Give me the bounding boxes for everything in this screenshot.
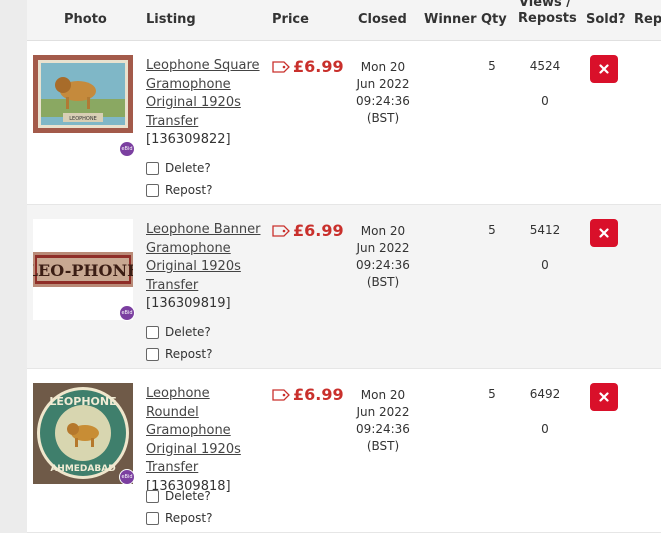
views-count: 4524 — [529, 59, 561, 73]
price-tag-icon — [272, 388, 290, 401]
repost-checkbox[interactable]: Repost? — [146, 343, 212, 365]
price-cell: £6.99 — [272, 221, 344, 240]
closed-date: Mon 20 Jun 2022 09:24:36 (BST) — [356, 60, 410, 125]
col-photo: Photo — [64, 12, 107, 27]
checkbox-icon[interactable] — [146, 347, 159, 361]
col-closed[interactable]: Closed — [358, 12, 407, 28]
listing-photo[interactable]: LEO-PHONE eBid — [33, 219, 135, 321]
col-winner: Winner — [424, 12, 477, 27]
delete-checkbox[interactable]: Delete? — [146, 485, 212, 507]
svg-text:LEO-PHONE: LEO-PHONE — [33, 261, 133, 280]
ebid-badge-icon: eBid — [119, 469, 135, 485]
sold-toggle-button[interactable] — [590, 219, 618, 247]
listing-actions: Delete? Repost? — [146, 485, 212, 529]
svg-text:AHMEDABAD: AHMEDABAD — [50, 464, 115, 474]
sold-toggle-button[interactable] — [590, 55, 618, 83]
ebid-badge-icon: eBid — [119, 141, 135, 157]
col-qty: Qty — [481, 12, 507, 27]
qty-value: 5 — [488, 223, 496, 237]
price-value: £6.99 — [293, 385, 344, 404]
listing-photo[interactable]: LEOPHONE eBid — [33, 55, 135, 157]
checkbox-icon[interactable] — [146, 511, 159, 525]
checkbox-icon[interactable] — [146, 489, 159, 503]
closed-date: Mon 20 Jun 2022 09:24:36 (BST) — [356, 388, 410, 453]
col-repost: Repo — [634, 12, 661, 27]
listing-actions: Delete? Repost? — [146, 157, 212, 201]
col-listing[interactable]: Listing — [146, 12, 196, 28]
listings-table: Photo Listing Price Closed Winner Qty Vi… — [27, 0, 661, 533]
listing-cell: Leophone Square Gramophone Original 1920… — [146, 57, 264, 150]
price-cell: £6.99 — [272, 57, 344, 76]
sold-toggle-button[interactable] — [590, 383, 618, 411]
listing-id: [136309822] — [146, 132, 231, 147]
col-views-reposts: Views / Reposts — [518, 0, 577, 27]
col-price[interactable]: Price — [272, 12, 309, 28]
listing-title-link[interactable]: Leophone Banner Gramophone Original 1920… — [146, 222, 261, 293]
repost-checkbox[interactable]: Repost? — [146, 507, 212, 529]
svg-text:LEOPHONE: LEOPHONE — [69, 116, 97, 122]
listing-title-link[interactable]: Leophone Square Gramophone Original 1920… — [146, 58, 260, 129]
listing-actions: Delete? Repost? — [146, 321, 212, 365]
ebid-badge-icon: eBid — [119, 305, 135, 321]
listing-cell: Leophone Roundel Gramophone Original 192… — [146, 385, 264, 496]
table-row: LEOPHONE eBid Leophone Square Gramophone… — [27, 41, 661, 205]
listing-title-link[interactable]: Leophone Roundel Gramophone Original 192… — [146, 386, 241, 475]
banner-transfer-image: LEO-PHONE — [33, 252, 133, 287]
reposts-count: 0 — [541, 258, 549, 272]
reposts-count: 0 — [541, 422, 549, 436]
listing-cell: Leophone Banner Gramophone Original 1920… — [146, 221, 264, 314]
close-x-icon — [599, 228, 609, 238]
table-row: LEO-PHONE eBid Leophone Banner Gramophon… — [27, 205, 661, 369]
price-tag-icon — [272, 224, 290, 237]
price-tag-icon — [272, 60, 290, 73]
repost-checkbox[interactable]: Repost? — [146, 179, 212, 201]
roundel-transfer-image: LEOPHONE AHMEDABAD — [33, 383, 133, 484]
views-count: 6492 — [529, 387, 561, 401]
reposts-count: 0 — [541, 94, 549, 108]
close-x-icon — [599, 64, 609, 74]
price-value: £6.99 — [293, 221, 344, 240]
views-count: 5412 — [529, 223, 561, 237]
listing-photo[interactable]: LEOPHONE AHMEDABAD eBid — [33, 383, 135, 485]
table-row: LEOPHONE AHMEDABAD eBid Leophone Roundel… — [27, 369, 661, 533]
checkbox-icon[interactable] — [146, 183, 159, 197]
col-sold: Sold? — [586, 12, 626, 27]
closed-date: Mon 20 Jun 2022 09:24:36 (BST) — [356, 224, 410, 289]
price-value: £6.99 — [293, 57, 344, 76]
col-views: Views / — [518, 0, 572, 10]
table-header: Photo Listing Price Closed Winner Qty Vi… — [27, 0, 661, 41]
checkbox-icon[interactable] — [146, 161, 159, 175]
checkbox-icon[interactable] — [146, 325, 159, 339]
square-transfer-image: LEOPHONE — [33, 55, 133, 133]
left-gutter — [0, 0, 27, 511]
col-reposts: Reposts — [518, 11, 577, 26]
delete-checkbox[interactable]: Delete? — [146, 321, 212, 343]
close-x-icon — [599, 392, 609, 402]
qty-value: 5 — [488, 387, 496, 401]
svg-text:LEOPHONE: LEOPHONE — [49, 395, 116, 408]
listing-id: [136309819] — [146, 296, 231, 311]
delete-checkbox[interactable]: Delete? — [146, 157, 212, 179]
price-cell: £6.99 — [272, 385, 344, 404]
qty-value: 5 — [488, 59, 496, 73]
